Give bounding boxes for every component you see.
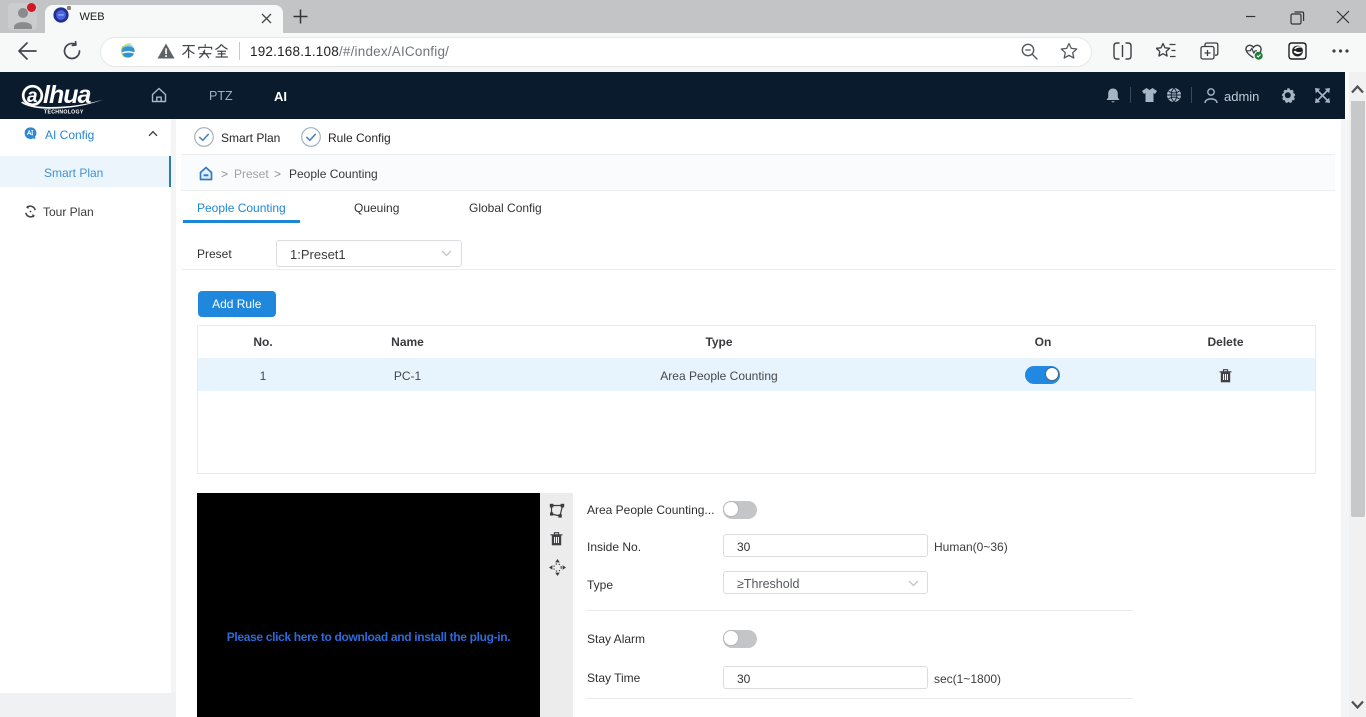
svg-text:TECHNOLOGY: TECHNOLOGY — [44, 110, 84, 116]
svg-text:a: a — [27, 86, 38, 107]
